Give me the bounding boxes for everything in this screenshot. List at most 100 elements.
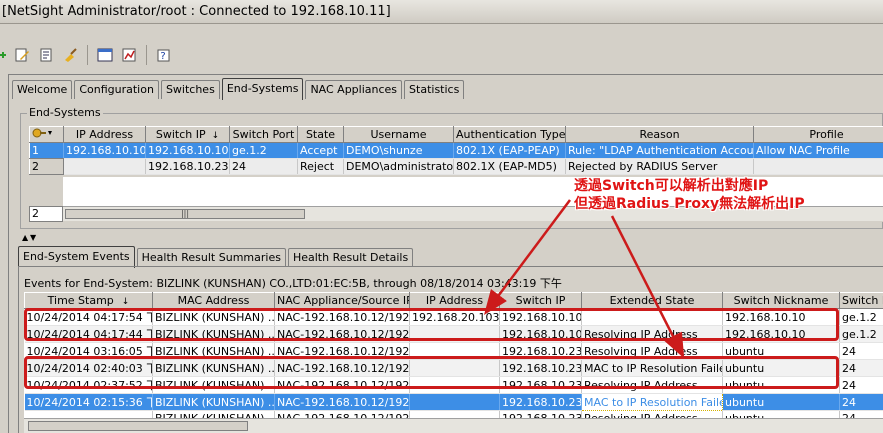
tab-nac-appliances[interactable]: NAC Appliances [305, 80, 403, 99]
collapse-down-icon[interactable]: ▼ [30, 233, 36, 242]
tab-health-result-summaries[interactable]: Health Result Summaries [136, 248, 286, 267]
notes-icon[interactable] [36, 45, 56, 65]
table-row[interactable]: 2 192.168.10.23 24 Reject DEMO\administr… [29, 158, 883, 175]
row-number: 1 [29, 142, 64, 159]
toolbar-separator [87, 45, 88, 65]
table-row[interactable]: 10/24/2014 04:17:44 下午BIZLINK (KUNSHAN) … [24, 325, 883, 343]
column-profile[interactable]: Profile [753, 126, 883, 143]
main-tabs: Welcome Configuration Switches End-Syste… [12, 77, 466, 100]
cell-time-stamp: 10/24/2014 04:17:54 下午 [24, 308, 153, 326]
cell-extended-state: Resolving IP Address [581, 325, 723, 343]
column-nac-appliance[interactable]: NAC Appliance/Source IP [274, 292, 410, 309]
events-caption: Events for End-System: BIZLINK (KUNSHAN)… [24, 277, 562, 290]
toolbar-separator [146, 45, 147, 65]
edit-icon[interactable] [12, 45, 32, 65]
table-row[interactable]: 10/24/2014 03:16:05 下午BIZLINK (KUNSHAN) … [24, 342, 883, 360]
table-row[interactable]: 10/24/2014 02:15:36 下午BIZLINK (KUNSHAN) … [24, 393, 883, 411]
cell-switch-port: ge.1.2 [839, 308, 883, 326]
column-time-stamp-label: Time Stamp [47, 294, 114, 307]
column-switch-ip-label: Switch IP [155, 128, 206, 141]
tab-configuration[interactable]: Configuration [74, 80, 159, 99]
cell-switch-port: 24 [839, 376, 883, 394]
row-count: 2 [29, 206, 63, 222]
column-state[interactable]: State [297, 126, 344, 143]
cell-nac: NAC-192.168.10.12/192.... [274, 325, 410, 343]
cell-switch-ip: 192.168.10.10 [145, 142, 230, 159]
cell-switch-port: ge.1.2 [839, 325, 883, 343]
column-extended-state[interactable]: Extended State [581, 292, 723, 309]
column-chooser[interactable] [29, 126, 64, 143]
table-row[interactable]: 1 192.168.10.103 192.168.10.10 ge.1.2 Ac… [29, 142, 883, 159]
column-switch-ip[interactable]: Switch IP [499, 292, 582, 309]
scrollbar-thumb[interactable]: ||| [65, 209, 305, 219]
cell-mac: BIZLINK (KUNSHAN) ... [152, 393, 275, 411]
broom-icon[interactable] [60, 45, 80, 65]
row-number: 2 [29, 158, 64, 175]
collapse-up-icon[interactable]: ▲ [22, 233, 28, 242]
cell-time-stamp: 10/24/2014 03:16:05 下午 [24, 342, 153, 360]
cell-profile: Allow NAC Profile [753, 142, 883, 159]
tab-end-system-events[interactable]: End-System Events [18, 246, 135, 268]
cell-switch-ip: 192.168.10.23 [499, 342, 582, 360]
cell-nickname: ubuntu [722, 342, 840, 360]
cell-nac: NAC-192.168.10.12/192.... [274, 308, 410, 326]
cell-ip [409, 359, 500, 377]
table-row[interactable]: 10/24/2014 02:40:03 下午BIZLINK (KUNSHAN) … [24, 359, 883, 377]
table-row[interactable]: 10/24/2014 02:37:52 下午BIZLINK (KUNSHAN) … [24, 376, 883, 394]
cell-ip [409, 342, 500, 360]
window-title: [NetSight Administrator/root : Connected… [0, 0, 883, 24]
column-mac-address[interactable]: MAC Address [152, 292, 275, 309]
cell-switch-ip: 192.168.10.10 [499, 325, 582, 343]
column-switch-port[interactable]: Switch P [839, 292, 883, 309]
column-switch-ip[interactable]: Switch IP ↓ [145, 126, 230, 143]
cell-switch-port: ge.1.2 [229, 142, 298, 159]
cell-switch-ip: 192.168.10.23 [499, 359, 582, 377]
window-icon[interactable] [95, 45, 115, 65]
annotation-line-2: 但透過Radius Proxy無法解析出IP [574, 196, 805, 212]
cell-username: DEMO\shunze [343, 142, 454, 159]
toolbar: ? [0, 40, 883, 70]
tab-switches[interactable]: Switches [160, 80, 220, 99]
cell-nac: NAC-192.168.10.12/192.... [274, 342, 410, 360]
tab-end-systems[interactable]: End-Systems [221, 78, 304, 100]
sort-desc-icon: ↓ [211, 131, 220, 141]
cell-nickname: 192.168.10.10 [722, 325, 840, 343]
end-systems-group-label: End-Systems [27, 106, 103, 119]
cell-username: DEMO\administrator [343, 158, 454, 175]
table-row[interactable]: 10/24/2014 04:17:54 下午BIZLINK (KUNSHAN) … [24, 308, 883, 326]
column-time-stamp[interactable]: Time Stamp ↓ [24, 292, 153, 309]
add-icon[interactable] [0, 45, 8, 65]
column-authentication-type[interactable]: Authentication Type [453, 126, 566, 143]
cell-switch-port: 24 [839, 393, 883, 411]
column-switch-port[interactable]: Switch Port [229, 126, 298, 143]
cell-ip: 192.168.10.103 [63, 142, 146, 159]
cell-time-stamp: 10/24/2014 02:37:52 下午 [24, 376, 153, 394]
column-switch-nickname[interactable]: Switch Nickname [722, 292, 840, 309]
cell-nac: NAC-192.168.10.12/192.... [274, 359, 410, 377]
events-table: Time Stamp ↓ MAC Address NAC Appliance/So… [24, 292, 883, 427]
splitter[interactable]: ▲ ▼ [8, 232, 883, 242]
cell-mac: BIZLINK (KUNSHAN) ... [152, 342, 275, 360]
cell-nac: NAC-192.168.10.12/192.... [274, 393, 410, 411]
report-icon[interactable] [119, 45, 139, 65]
cell-ip [409, 393, 500, 411]
tab-welcome[interactable]: Welcome [12, 80, 73, 99]
scrollbar-thumb[interactable] [28, 421, 248, 431]
events-horizontal-scrollbar[interactable] [24, 418, 883, 433]
sort-desc-icon: ↓ [121, 297, 130, 307]
cell-switch-port: 24 [839, 342, 883, 360]
column-reason[interactable]: Reason [565, 126, 754, 143]
help-icon[interactable]: ? [154, 45, 174, 65]
cell-time-stamp: 10/24/2014 02:15:36 下午 [24, 393, 153, 411]
tab-statistics[interactable]: Statistics [404, 80, 465, 99]
cell-mac: BIZLINK (KUNSHAN) ... [152, 325, 275, 343]
column-ip-address[interactable]: IP Address [63, 126, 146, 143]
column-ip-address[interactable]: IP Address [409, 292, 500, 309]
cell-switch-port: 24 [229, 158, 298, 175]
cell-state: Accept [297, 142, 344, 159]
tab-health-result-details[interactable]: Health Result Details [287, 248, 414, 267]
end-systems-table: IP Address Switch IP ↓ Switch Port State … [29, 126, 883, 175]
cell-switch-ip: 192.168.10.10 [499, 308, 582, 326]
cell-extended-state: Resolving IP Address [581, 376, 723, 394]
column-username[interactable]: Username [343, 126, 454, 143]
